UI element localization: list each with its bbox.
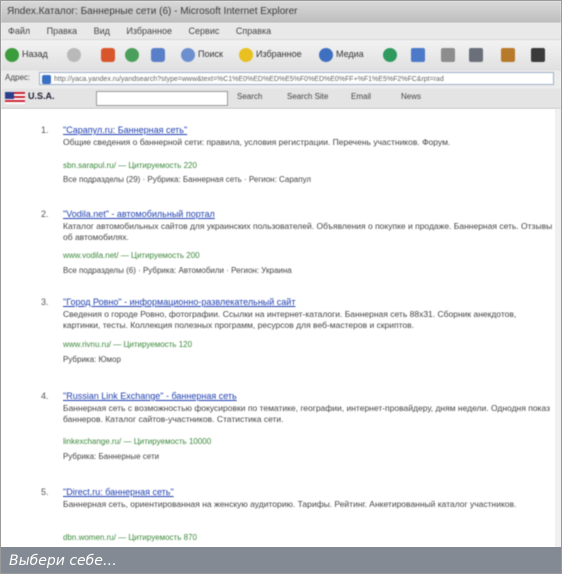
messenger-icon bbox=[531, 47, 545, 62]
menu-favorites[interactable]: Избранное bbox=[126, 26, 172, 36]
search-result: 5. "Direct.ru: баннерная сеть" Баннерная… bbox=[1, 487, 561, 547]
search-icon bbox=[181, 47, 195, 62]
result-meta[interactable]: Все подразделы (29) · Рубрика: Баннерная… bbox=[63, 175, 311, 184]
result-url[interactable]: www.rivnu.ru/ — Цитируемость 120 bbox=[63, 340, 192, 349]
history-icon bbox=[383, 47, 397, 62]
menu-bar: Файл Правка Вид Избранное Сервис Справка bbox=[1, 23, 561, 39]
search-label: Поиск bbox=[198, 49, 223, 59]
result-number: 4. bbox=[41, 391, 49, 401]
back-arrow-icon bbox=[5, 47, 19, 62]
mail-button[interactable] bbox=[411, 45, 428, 63]
address-url: http://yaca.yandex.ru/yandsearch?stype=w… bbox=[54, 76, 444, 83]
toolbar: Назад Поиск Избранное Медиа bbox=[1, 39, 561, 71]
result-number: 5. bbox=[41, 487, 49, 497]
result-snippet: Баннерная сеть, ориентированная на женск… bbox=[63, 499, 517, 509]
result-url[interactable]: sbn.sarapul.ru/ — Цитируемость 220 bbox=[63, 161, 197, 170]
media-icon bbox=[319, 47, 333, 62]
menu-file[interactable]: Файл bbox=[8, 26, 30, 36]
result-snippet: Каталог автомобильных сайтов для украинс… bbox=[63, 221, 553, 242]
vertical-scrollbar[interactable] bbox=[555, 109, 561, 547]
page-content: 1. "Сарапул.ru: Баннерная сеть" Общие св… bbox=[1, 109, 561, 547]
menu-help[interactable]: Справка bbox=[236, 26, 271, 36]
result-number: 3. bbox=[41, 297, 49, 307]
toolbar-search-input[interactable] bbox=[96, 91, 228, 106]
window-title-bar: Яndex.Каталог: Баннерные сети (6) - Micr… bbox=[1, 1, 561, 23]
mail-icon bbox=[411, 47, 425, 62]
result-title-link[interactable]: "Russian Link Exchange" - баннерная сеть bbox=[63, 391, 237, 401]
favorites-label: Избранное bbox=[256, 49, 302, 59]
us-flag-icon bbox=[5, 92, 25, 104]
favorites-button[interactable]: Избранное bbox=[239, 45, 302, 63]
result-url[interactable]: linkexchange.ru/ — Цитируемость 10000 bbox=[63, 437, 211, 446]
home-icon bbox=[151, 47, 165, 62]
result-meta[interactable]: Все подразделы (6) · Рубрика: Автомобили… bbox=[63, 266, 292, 275]
result-snippet: Сведения о городе Ровно, фотографии. Ссы… bbox=[63, 309, 517, 330]
back-label: Назад bbox=[22, 49, 48, 59]
forward-button[interactable] bbox=[67, 45, 84, 63]
media-label: Медиа bbox=[336, 49, 364, 59]
caption-text: Выбери себе… bbox=[9, 553, 117, 569]
menu-tools[interactable]: Сервис bbox=[189, 26, 220, 36]
history-button[interactable] bbox=[383, 45, 400, 63]
news-button[interactable]: News bbox=[401, 92, 421, 101]
result-meta[interactable]: Рубрика: Баннерные сети bbox=[63, 452, 159, 461]
search-result: 1. "Сарапул.ru: Баннерная сеть" Общие св… bbox=[1, 125, 561, 189]
address-label: Адрес: bbox=[5, 73, 31, 82]
result-snippet: Баннерная сеть с возможностью фокусировк… bbox=[63, 403, 550, 424]
search-result: 4. "Russian Link Exchange" - баннерная с… bbox=[1, 391, 561, 463]
result-snippet: Общие сведения о баннерной сети: правила… bbox=[63, 137, 451, 147]
result-title-link[interactable]: "Direct.ru: баннерная сеть" bbox=[63, 487, 174, 497]
window-title: Яndex.Каталог: Баннерные сети (6) - Micr… bbox=[7, 6, 298, 17]
result-title-link[interactable]: "Город Ровно" - информационно-развлекате… bbox=[63, 297, 295, 307]
result-url[interactable]: www.vodila.net/ — Цитируемость 200 bbox=[63, 251, 200, 260]
result-title-link[interactable]: "Vodila.net" - автомобильный портал bbox=[63, 209, 215, 219]
address-field[interactable]: http://yaca.yandex.ru/yandsearch?stype=w… bbox=[39, 72, 554, 85]
result-url[interactable]: dbn.women.ru/ — Цитируемость 870 bbox=[63, 533, 197, 542]
refresh-button[interactable] bbox=[125, 45, 142, 63]
discuss-button[interactable] bbox=[501, 45, 518, 63]
media-button[interactable]: Медиа bbox=[319, 45, 364, 63]
search-result: 3. "Город Ровно" - информационно-развлек… bbox=[1, 297, 561, 369]
favorites-star-icon bbox=[239, 47, 253, 62]
messenger-button[interactable] bbox=[531, 45, 548, 63]
home-button[interactable] bbox=[151, 45, 168, 63]
country-selector[interactable]: U.S.A. bbox=[28, 91, 55, 101]
ie-page-icon bbox=[42, 75, 51, 84]
address-bar: Адрес: http://yaca.yandex.ru/yandsearch?… bbox=[1, 70, 561, 88]
print-icon bbox=[441, 47, 455, 62]
edit-button[interactable] bbox=[469, 45, 486, 63]
result-title-link[interactable]: "Сарапул.ru: Баннерная сеть" bbox=[63, 125, 187, 135]
menu-view[interactable]: Вид bbox=[94, 26, 110, 36]
search-site-button[interactable]: Search Site bbox=[287, 92, 328, 101]
email-button[interactable]: Email bbox=[351, 92, 371, 101]
print-button[interactable] bbox=[441, 45, 458, 63]
result-number: 1. bbox=[41, 125, 49, 135]
discuss-icon bbox=[501, 47, 515, 62]
search-web-button[interactable]: Search bbox=[237, 92, 262, 101]
stop-button[interactable] bbox=[101, 45, 118, 63]
search-button[interactable]: Поиск bbox=[181, 45, 223, 63]
result-meta[interactable]: Рубрика: Юмор bbox=[63, 355, 121, 364]
edit-icon bbox=[469, 47, 483, 62]
result-number: 2. bbox=[41, 209, 49, 219]
forward-arrow-icon bbox=[67, 47, 81, 62]
browser-window: Яndex.Каталог: Баннерные сети (6) - Micr… bbox=[0, 0, 562, 574]
image-caption: Выбери себе… bbox=[1, 547, 561, 573]
back-button[interactable]: Назад bbox=[5, 45, 48, 63]
refresh-icon bbox=[125, 47, 139, 62]
search-result: 2. "Vodila.net" - автомобильный портал К… bbox=[1, 209, 561, 279]
search-toolbar: U.S.A. Search Search Site Email News bbox=[1, 88, 561, 109]
stop-icon bbox=[101, 47, 115, 62]
menu-edit[interactable]: Правка bbox=[47, 26, 77, 36]
